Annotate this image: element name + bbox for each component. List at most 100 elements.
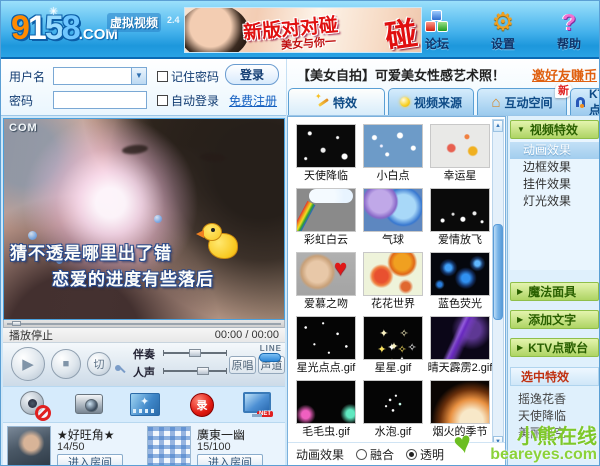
help-button[interactable]: ? 帮助 (547, 9, 591, 52)
room-card[interactable]: 廣東一幽 15/100 进入房间 (145, 424, 284, 466)
ad-banner[interactable]: 新版对对碰 美女与你一 碰 (184, 7, 422, 53)
player-controls: ▶ ■ 切 伴奏 人声 原唱 声道 LINE (3, 343, 285, 386)
room-count: 14/50 (57, 441, 85, 453)
section-magic-mask[interactable]: ▶魔法面具 (510, 282, 599, 301)
effect-label: 蓝色荧光 (427, 298, 493, 311)
section-label: KTV点歌台 (528, 339, 588, 356)
effect-item[interactable]: 彩虹白云 (293, 188, 359, 252)
section-video-effects[interactable]: ▼视频特效 (510, 120, 599, 139)
tab-interactive-space[interactable]: ⌂互动空间新 (477, 88, 567, 115)
logo-digit: 1 (28, 9, 45, 47)
sidebar-item-light-effects[interactable]: 灯光效果 (510, 193, 599, 210)
chevron-down-icon: ▼ (517, 125, 525, 134)
logo-9158[interactable]: ✳ 9158.COM 虚拟视频 2.4 (11, 9, 181, 53)
effect-item[interactable]: 爱情放飞 (427, 188, 493, 252)
slider-thumb[interactable] (189, 349, 201, 357)
snapshot-button[interactable] (73, 389, 107, 421)
login-bar: 用户名 ▼ 记住密码 密码 自动登录 登录 免费注册 【美女自拍】可爱美女性感艺… (1, 59, 600, 116)
accompaniment-slider[interactable] (163, 348, 227, 358)
effect-item[interactable]: 烟火的季节 (427, 380, 493, 442)
settings-button[interactable]: ⚙ 设置 (481, 9, 525, 52)
playback-status: 播放停止 (9, 327, 53, 343)
tab-ktv[interactable]: KTV点歌 (570, 88, 600, 115)
original-vocal-button[interactable]: 原唱 (229, 356, 256, 374)
slider-thumb[interactable] (197, 367, 209, 375)
blend-radio[interactable]: 融合 (356, 446, 394, 463)
effect-item[interactable]: 幸运星 (427, 124, 493, 188)
effect-item[interactable]: 蓝色荧光 (427, 252, 493, 316)
register-link[interactable]: 免费注册 (229, 92, 277, 109)
sidebar-item-pendant-effects[interactable]: 挂件效果 (510, 176, 599, 193)
logo-digit: 8 (62, 9, 79, 47)
section-label: 魔法面具 (528, 283, 576, 300)
selected-effect-item[interactable]: 天使降临 (508, 408, 600, 425)
selected-effects-header: 选中特效 (510, 367, 599, 386)
effect-item[interactable]: 晴天霹雳2.gif (427, 316, 493, 380)
forum-button[interactable]: 论坛 (415, 9, 459, 52)
scroll-up-icon[interactable]: ▲ (493, 120, 503, 132)
username-label: 用户名 (9, 68, 53, 85)
microphone-icon (115, 365, 127, 377)
effect-item[interactable]: 水泡.gif (360, 380, 426, 442)
effect-item[interactable]: 爱慕之吻 (293, 252, 359, 316)
grid-scrollbar[interactable]: ▲ ▼ (492, 119, 504, 449)
seek-bar[interactable] (3, 320, 285, 328)
network-monitor-button[interactable] (241, 389, 275, 421)
play-button[interactable]: ▶ (11, 347, 45, 381)
transparent-radio[interactable]: 透明 (406, 446, 444, 463)
effect-label: 水泡.gif (360, 426, 426, 439)
effect-item[interactable]: 天使降临 (293, 124, 359, 188)
stop-icon: ■ (63, 358, 70, 370)
selected-effect-item[interactable]: 摇逸花香 (508, 391, 600, 408)
chevron-right-icon: ▶ (517, 343, 523, 352)
vocal-slider[interactable] (163, 366, 227, 376)
enter-room-button[interactable]: 进入房间 (197, 454, 263, 466)
effect-label: 晴天霹雳2.gif (427, 362, 493, 375)
effect-thumbnail (296, 124, 356, 168)
seek-thumb[interactable] (12, 321, 21, 326)
video-album-button[interactable] (129, 389, 163, 421)
video-preview[interactable]: COM 猜不透是哪里出了错 恋爱的进度有些落后 (3, 118, 285, 320)
logo-digit: 9 (11, 9, 28, 47)
effect-item[interactable]: 星光点点.gif (293, 316, 359, 380)
effect-item[interactable]: 星星.gif (360, 316, 426, 380)
stop-button[interactable]: ■ (51, 349, 81, 379)
selected-effect-item[interactable]: 美丽星空 (508, 425, 600, 442)
accompaniment-label: 伴奏 (133, 346, 155, 362)
password-field[interactable] (53, 91, 147, 109)
effect-item[interactable]: 毛毛虫.gif (293, 380, 359, 442)
tab-effects[interactable]: 特效 (288, 88, 385, 115)
effect-label: 爱慕之吻 (293, 298, 359, 311)
remember-password-checkbox[interactable]: 记住密码 (157, 68, 219, 85)
effects-grid: 天使降临 小白点 幸运星 彩虹白云 气球 爱情放飞 爱慕之吻 花花世界 蓝色荧光… (290, 119, 494, 442)
effect-item[interactable]: 花花世界 (360, 252, 426, 316)
effect-thumbnail (430, 252, 490, 296)
autologin-checkbox[interactable]: 自动登录 (157, 92, 219, 109)
login-button[interactable]: 登录 (225, 64, 279, 85)
room-card[interactable]: ★好旺角★ 14/50 进入房间 (5, 424, 144, 466)
line-in-toggle[interactable] (259, 353, 281, 362)
combo-dropdown-icon[interactable]: ▼ (131, 68, 146, 84)
effect-label: 星光点点.gif (293, 362, 359, 375)
scrollbar-thumb[interactable] (493, 224, 503, 320)
tab-video-source[interactable]: 视频来源 (388, 88, 474, 115)
enter-room-button[interactable]: 进入房间 (57, 454, 123, 466)
section-ktv-station[interactable]: ▶ KTV点歌台 (510, 338, 599, 357)
switch-button[interactable]: 切 (87, 352, 111, 376)
effect-item[interactable]: 小白点 (360, 124, 426, 188)
effect-thumbnail (430, 188, 490, 232)
username-combo[interactable]: ▼ (53, 67, 147, 85)
section-add-text[interactable]: ▶添加文字 (510, 310, 599, 329)
sidebar-item-animation-effects[interactable]: 动画效果 (510, 142, 599, 159)
switch-label: 切 (94, 356, 105, 372)
top-header: ✳ 9158.COM 虚拟视频 2.4 新版对对碰 美女与你一 碰 论坛 ⚙ 设… (1, 1, 600, 59)
blend-label: 融合 (370, 446, 394, 463)
tab-label: 特效 (333, 94, 357, 111)
player-column: COM 猜不透是哪里出了错 恋爱的进度有些落后 播放停止 00:00 / 00:… (3, 118, 285, 466)
sidebar-item-border-effects[interactable]: 边框效果 (510, 159, 599, 176)
effect-item[interactable]: 气球 (360, 188, 426, 252)
disable-webcam-button[interactable] (17, 389, 51, 421)
record-button[interactable]: 录 (185, 389, 219, 421)
video-watermark: COM (9, 122, 38, 134)
room-count: 15/100 (197, 441, 231, 453)
